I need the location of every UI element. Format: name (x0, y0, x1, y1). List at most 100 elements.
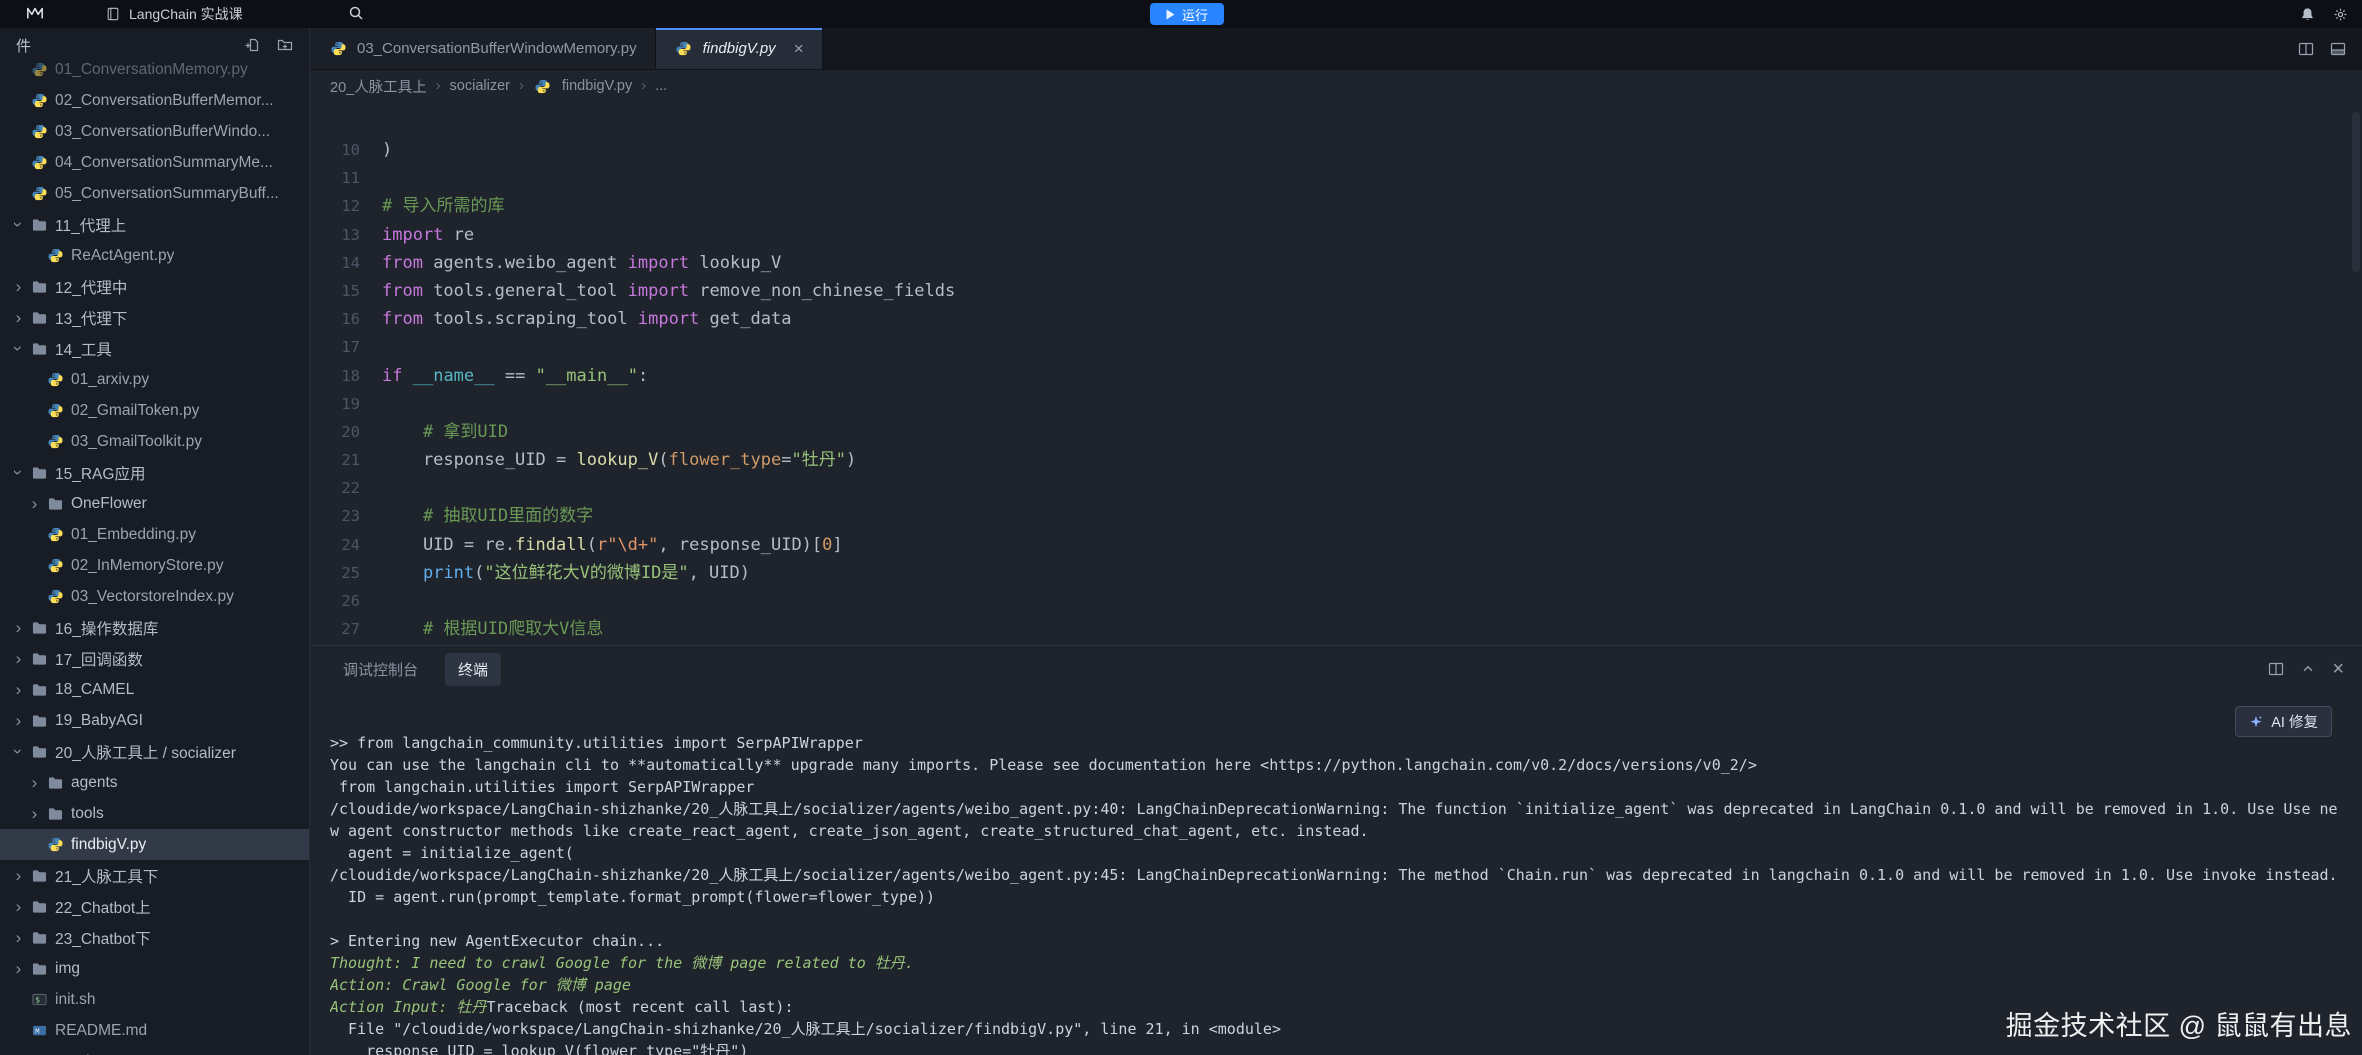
line-number: 20 (310, 418, 382, 446)
chevron-right-icon: › (10, 278, 27, 295)
file-name: 02_GmailToken.py (71, 402, 199, 420)
breadcrumb-separator-icon: › (519, 78, 524, 94)
file-item[interactable]: ›agents (0, 767, 309, 798)
panel-tab[interactable]: 调试控制台 (330, 653, 431, 686)
file-item[interactable]: ›img (0, 953, 309, 984)
notifications-icon[interactable] (2300, 7, 2315, 22)
code-text: if __name__ == "__main__": (382, 362, 648, 390)
code-text: response_UID = lookup_V(flower_type="牡丹"… (382, 446, 856, 474)
editor-scrollbar[interactable] (2352, 112, 2360, 272)
folder-icon (29, 683, 49, 697)
close-tab-icon[interactable]: × (794, 40, 804, 57)
tab-label: findbigV.py (703, 40, 776, 57)
file-item[interactable]: findbigV.py (0, 829, 309, 860)
terminal-output[interactable]: >> from langchain_community.utilities im… (310, 692, 2362, 1055)
file-item[interactable]: 01_arxiv.py (0, 364, 309, 395)
file-item[interactable]: MREADME.md (0, 1015, 309, 1046)
line-number: 21 (310, 446, 382, 474)
sh-file-icon: $ (29, 992, 49, 1007)
chevron-down-icon: › (10, 743, 27, 760)
close-panel-icon[interactable]: × (2332, 659, 2344, 679)
file-item[interactable]: 01_Embedding.py (0, 519, 309, 550)
folder-icon (29, 869, 49, 883)
file-name: 23_Chatbot下 (55, 927, 151, 949)
run-button[interactable]: 运行 (1150, 3, 1224, 25)
line-number: 11 (310, 164, 382, 192)
maximize-panel-icon[interactable] (2301, 662, 2315, 676)
file-item[interactable]: ›OneFlower (0, 488, 309, 519)
file-item[interactable]: 03_ConversationBufferWindo... (0, 116, 309, 147)
breadcrumb-item[interactable]: findbigV.py (562, 78, 632, 94)
file-name: 05_ConversationSummaryBuff... (55, 185, 279, 203)
code-line: 17 (310, 333, 2350, 361)
code-editor[interactable]: 10)1112# 导入所需的库13import re14from agents.… (310, 102, 2350, 645)
file-item[interactable]: 03_VectorstoreIndex.py (0, 581, 309, 612)
settings-icon[interactable] (2333, 7, 2348, 22)
file-name: 15_RAG应用 (55, 462, 145, 484)
file-item[interactable]: ReActAgent.py (0, 240, 309, 271)
file-item[interactable]: 01_ConversationMemory.py (0, 62, 309, 85)
file-item[interactable]: ›21_人脉工具下 (0, 860, 309, 891)
breadcrumb-item[interactable]: socializer (450, 78, 510, 94)
new-file-icon[interactable] (245, 37, 261, 53)
file-item[interactable]: 03_GmailToolkit.py (0, 426, 309, 457)
terminal-line: Thought: I need to crawl Google for the … (330, 952, 2354, 974)
file-item[interactable]: ›13_代理下 (0, 302, 309, 333)
ai-fix-button[interactable]: AI 修复 (2235, 706, 2332, 737)
file-name: agents (71, 774, 118, 792)
file-item[interactable]: ›11_代理上 (0, 209, 309, 240)
file-item[interactable]: ›17_回调函数 (0, 643, 309, 674)
search-icon[interactable] (348, 5, 364, 21)
file-item[interactable]: requirements.txt (0, 1046, 309, 1055)
file-item[interactable]: ›19_BabyAGI (0, 705, 309, 736)
file-item[interactable]: 02_InMemoryStore.py (0, 550, 309, 581)
breadcrumb-item[interactable]: ... (655, 78, 667, 94)
tabbar-icons (2298, 28, 2346, 70)
top-bar: LangChain 实战课 运行 (0, 0, 2362, 28)
code-line: 12# 导入所需的库 (310, 192, 2350, 220)
code-line: 27 # 根据UID爬取大V信息 (310, 615, 2350, 643)
file-item[interactable]: 05_ConversationSummaryBuff... (0, 178, 309, 209)
breadcrumb: 20_人脉工具上›socializer›findbigV.py›... (310, 70, 2362, 102)
file-item[interactable]: $init.sh (0, 984, 309, 1015)
file-item[interactable]: ›16_操作数据库 (0, 612, 309, 643)
panel-tab[interactable]: 终端 (445, 653, 501, 686)
file-item[interactable]: 04_ConversationSummaryMe... (0, 147, 309, 178)
file-item[interactable]: ›14_工具 (0, 333, 309, 364)
app-logo-icon[interactable] (26, 5, 44, 21)
file-name: 19_BabyAGI (55, 712, 143, 730)
split-terminal-icon[interactable] (2268, 661, 2284, 677)
toggle-panel-icon[interactable] (2330, 41, 2346, 57)
py-file-icon (45, 248, 65, 263)
tab-label: 03_ConversationBufferWindowMemory.py (357, 40, 637, 57)
file-item[interactable]: ›22_Chatbot上 (0, 891, 309, 922)
file-item[interactable]: ›20_人脉工具上 / socializer (0, 736, 309, 767)
ide-window: LangChain 实战课 运行 件 01_ConversationMemory… (0, 0, 2362, 1055)
file-item[interactable]: ›tools (0, 798, 309, 829)
code-text: ) (382, 136, 392, 164)
file-item[interactable]: ›12_代理中 (0, 271, 309, 302)
py-file-icon (29, 186, 49, 201)
file-item[interactable]: ›18_CAMEL (0, 674, 309, 705)
code-text: # 拿到UID (382, 418, 508, 446)
new-folder-icon[interactable] (277, 37, 293, 53)
split-editor-icon[interactable] (2298, 41, 2314, 57)
workspace-switcher[interactable]: LangChain 实战课 (106, 0, 243, 28)
py-file-icon (29, 93, 49, 108)
file-name: 13_代理下 (55, 307, 127, 329)
ai-sparkle-icon (2249, 715, 2263, 729)
code-text: print("这位鲜花大V的微博ID是", UID) (382, 559, 750, 587)
file-name: 11_代理上 (55, 214, 126, 236)
breadcrumb-item[interactable]: 20_人脉工具上 (330, 76, 427, 97)
md-file-icon: M (29, 1023, 49, 1038)
file-item[interactable]: 02_ConversationBufferMemor... (0, 85, 309, 116)
file-name: 22_Chatbot上 (55, 896, 151, 918)
terminal-line: Action: Crawl Google for 微博 page (330, 974, 2354, 996)
py-file-icon (45, 589, 65, 604)
editor-tab[interactable]: 03_ConversationBufferWindowMemory.py (310, 28, 656, 69)
file-item[interactable]: ›15_RAG应用 (0, 457, 309, 488)
file-item[interactable]: 02_GmailToken.py (0, 395, 309, 426)
file-name: 14_工具 (55, 338, 112, 360)
editor-tab[interactable]: findbigV.py × (656, 28, 823, 69)
file-item[interactable]: ›23_Chatbot下 (0, 922, 309, 953)
